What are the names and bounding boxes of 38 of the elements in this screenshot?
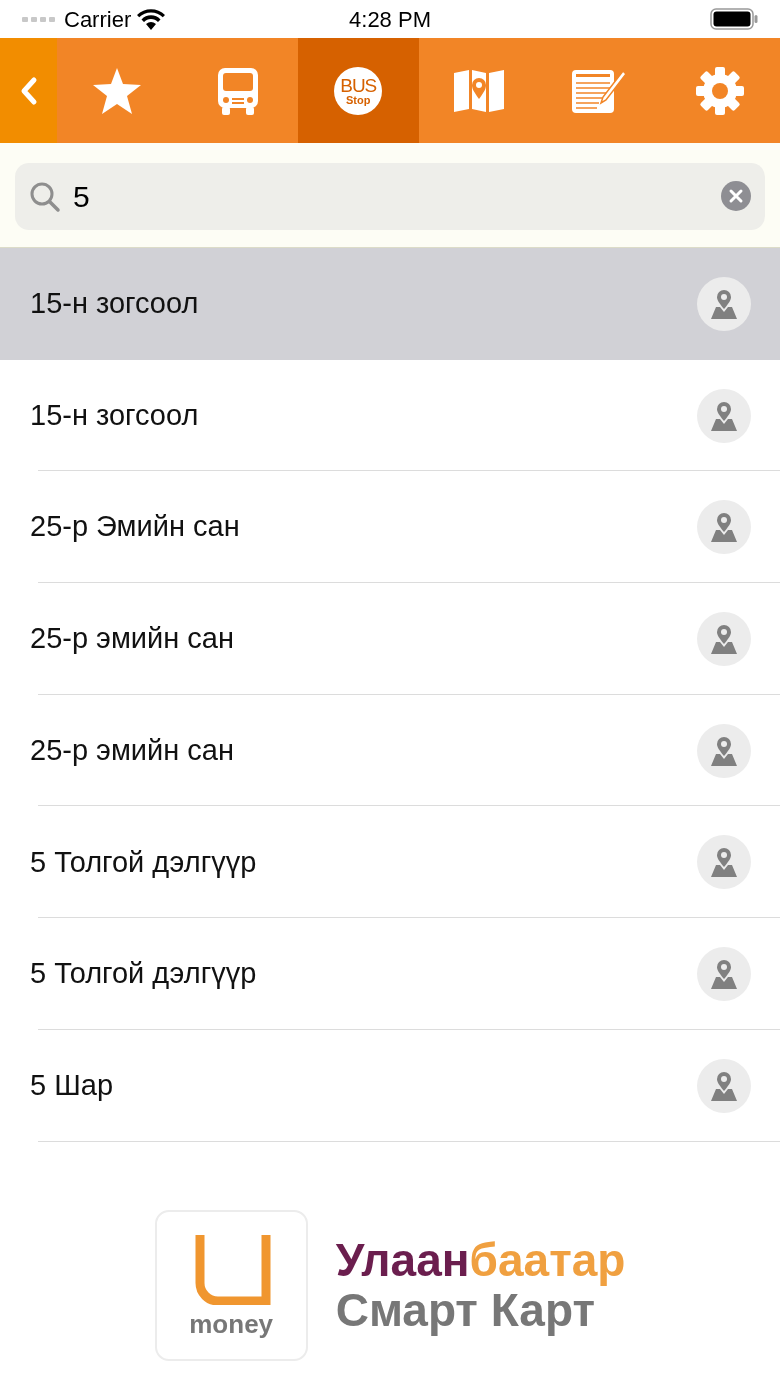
map-pin-icon bbox=[710, 623, 738, 654]
map-pin-icon bbox=[710, 847, 738, 878]
battery-icon bbox=[710, 8, 758, 30]
stop-name: 25-р эмийн сан bbox=[30, 621, 235, 657]
stop-name: 25-р Эмийн сан bbox=[30, 509, 241, 545]
stop-name: 15-н зогсоол bbox=[30, 286, 200, 322]
map-pin-icon bbox=[710, 512, 738, 543]
notepad-icon bbox=[571, 67, 628, 114]
logo-word: money bbox=[189, 1311, 274, 1337]
clear-icon[interactable] bbox=[721, 181, 751, 211]
map-pin-icon bbox=[710, 400, 738, 431]
carrier-name: Carrier bbox=[64, 5, 132, 34]
settings-icon bbox=[695, 66, 744, 115]
bus-stop-label: BUS bbox=[340, 75, 377, 95]
bus-icon bbox=[216, 66, 259, 115]
back-button[interactable] bbox=[0, 38, 57, 143]
stop-name: 5 Толгой дэлгүүр bbox=[30, 844, 258, 880]
search-icon bbox=[29, 181, 61, 213]
bus-stop-label: Stop bbox=[346, 94, 371, 106]
stop-name: 5 Шар bbox=[30, 1067, 115, 1103]
bus-stop-tab[interactable]: BUS Stop bbox=[298, 38, 419, 143]
map-pin-icon bbox=[710, 1070, 738, 1101]
search-field[interactable]: 5 bbox=[15, 163, 765, 230]
map-pin-icon bbox=[710, 958, 738, 989]
map-pin-icon bbox=[452, 68, 505, 113]
signal-icon bbox=[22, 15, 58, 23]
location-button[interactable] bbox=[697, 276, 751, 331]
map-pin-icon bbox=[710, 735, 738, 766]
stop-row[interactable]: 15-н зогсоол bbox=[0, 248, 780, 360]
stop-name: 25-р эмийн сан bbox=[30, 732, 235, 768]
stop-name: 5 Толгой дэлгүүр bbox=[30, 956, 258, 992]
clock-time: 4:28 PM bbox=[349, 5, 431, 34]
location-button[interactable] bbox=[697, 500, 751, 555]
stop-name: 15-н зогсоол bbox=[30, 397, 200, 433]
location-button[interactable] bbox=[697, 835, 751, 890]
map-pin-icon bbox=[710, 288, 738, 319]
wifi-icon bbox=[137, 8, 166, 30]
star-icon bbox=[92, 66, 143, 115]
